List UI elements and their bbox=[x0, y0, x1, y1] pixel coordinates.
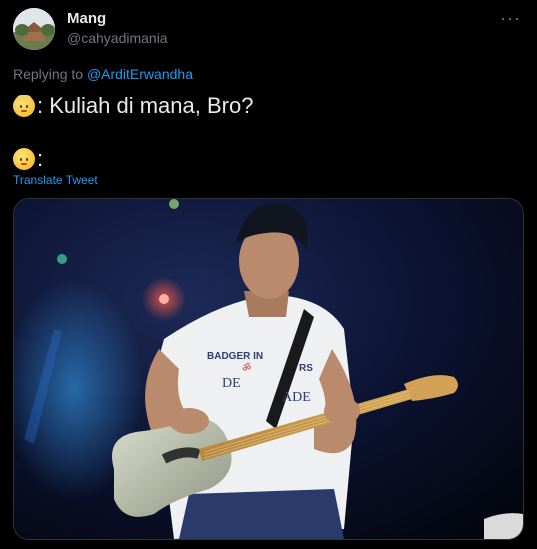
shirt-text-4: ADE bbox=[282, 390, 311, 405]
author-handle[interactable]: @cahyadimania bbox=[67, 30, 168, 46]
avatar[interactable] bbox=[13, 8, 55, 50]
tweet-line-2-text: : bbox=[37, 146, 44, 171]
tweet-photo[interactable]: BADGER IN RS DE ADE ॐ bbox=[13, 198, 524, 540]
tweet-line-2: : bbox=[13, 146, 43, 172]
replying-prefix: Replying to bbox=[13, 66, 84, 82]
tweet-line-1: : Kuliah di mana, Bro? bbox=[13, 93, 253, 119]
tweet-line-1-text: : Kuliah di mana, Bro? bbox=[37, 93, 254, 118]
more-options-icon[interactable]: ··· bbox=[500, 8, 521, 29]
replying-to: Replying to @ArditErwandha bbox=[13, 66, 193, 82]
shirt-text-1: BADGER IN bbox=[207, 351, 263, 362]
translate-tweet-link[interactable]: Translate Tweet bbox=[13, 173, 98, 187]
author-name[interactable]: Mang bbox=[67, 10, 106, 27]
older-man-emoji-icon bbox=[13, 95, 35, 117]
reply-mention-link[interactable]: @ArditErwandha bbox=[87, 66, 193, 82]
smiling-face-emoji-icon bbox=[13, 148, 35, 170]
shirt-text-3: DE bbox=[222, 376, 241, 391]
tweet: Mang @cahyadimania ··· Replying to @Ardi… bbox=[0, 0, 537, 549]
shirt-text-2: RS bbox=[299, 363, 313, 374]
svg-text:ॐ: ॐ bbox=[242, 362, 251, 374]
